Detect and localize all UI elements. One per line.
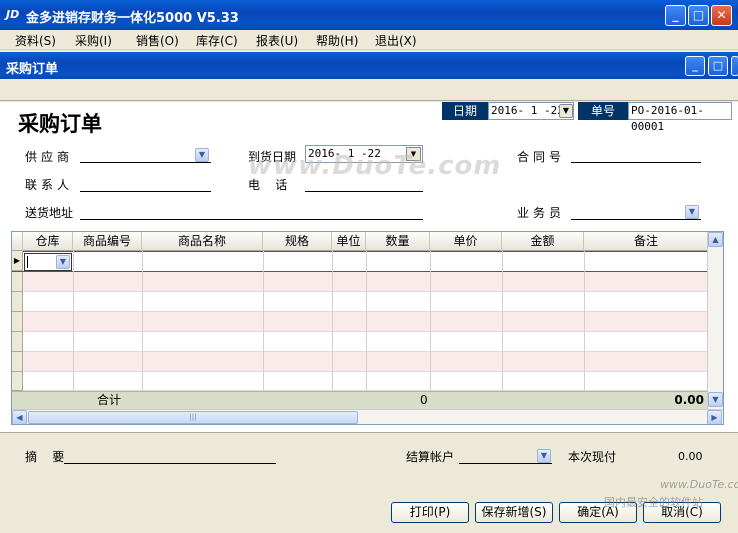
contract-field[interactable] bbox=[571, 147, 701, 163]
col-remark[interactable]: 备注 bbox=[584, 232, 708, 251]
scroll-down-icon[interactable]: ▼ bbox=[708, 392, 723, 407]
grid-vertical-scrollbar[interactable]: ▲ ▼ bbox=[707, 232, 723, 409]
toolbar-strip bbox=[0, 79, 738, 101]
grid-corner bbox=[12, 232, 23, 251]
window-title: 金多进销存财务一体化5000 V5.33 bbox=[26, 11, 239, 26]
date-value: 2016- 1 -22 bbox=[491, 104, 564, 117]
menu-item-help[interactable]: 帮助(H) bbox=[316, 32, 358, 49]
menu-item-exit[interactable]: 退出(X) bbox=[375, 32, 417, 49]
order-no-field[interactable]: PO-2016-01-00001 bbox=[628, 102, 732, 133]
supplier-field[interactable] bbox=[80, 147, 211, 163]
menu-item-inventory[interactable]: 库存(C) bbox=[196, 32, 238, 49]
cash-value: 0.00 bbox=[678, 450, 703, 463]
text-cursor bbox=[27, 256, 28, 268]
grid-header: 仓库 商品编号 商品名称 规格 单位 数量 单价 金额 备注 bbox=[12, 232, 708, 251]
col-divider bbox=[502, 251, 503, 391]
window-title-bar[interactable]: JD 金多进销存财务一体化5000 V5.33 _ □ ✕ bbox=[0, 0, 738, 30]
page-title: 采购订单 bbox=[18, 111, 102, 136]
supplier-label: 供应商 bbox=[25, 150, 74, 164]
warehouse-dropdown-icon[interactable]: ▼ bbox=[56, 255, 70, 269]
row-header bbox=[12, 332, 23, 352]
row-header bbox=[12, 292, 23, 312]
menu-bar: 资料(S) 采购(I) 销售(O) 库存(C) 报表(U) 帮助(H) 退出(X… bbox=[0, 30, 738, 50]
col-divider bbox=[263, 251, 264, 391]
summary-label: 摘 要 bbox=[25, 450, 65, 464]
account-dropdown-icon[interactable]: ▼ bbox=[537, 449, 551, 463]
row-header bbox=[12, 272, 23, 292]
table-row[interactable] bbox=[12, 292, 708, 312]
minimize-icon[interactable]: _ bbox=[665, 5, 686, 26]
cash-label: 本次现付 bbox=[568, 450, 617, 464]
row-header bbox=[12, 352, 23, 372]
child-maximize-icon[interactable]: □ bbox=[708, 56, 728, 76]
watermark-text: 国内最安全的软件站 bbox=[604, 496, 703, 509]
total-quantity: 0 bbox=[420, 393, 428, 407]
salesman-label: 业务员 bbox=[517, 206, 566, 220]
watermark-url: www.DuoTe.com bbox=[660, 478, 738, 491]
menu-item-sales[interactable]: 销售(O) bbox=[136, 32, 179, 49]
date-dropdown-icon[interactable]: ▼ bbox=[559, 104, 573, 118]
footer-panel: 摘 要 结算帐户 ▼ 本次现付 0.00 打印(P) 保存新增(S) 确定(A)… bbox=[0, 432, 738, 533]
total-label: 合计 bbox=[97, 393, 122, 407]
col-divider bbox=[430, 251, 431, 391]
col-divider bbox=[584, 251, 585, 391]
date-label: 日期 bbox=[442, 102, 488, 120]
table-row[interactable] bbox=[12, 272, 708, 292]
col-unit[interactable]: 单位 bbox=[332, 232, 366, 251]
row-header bbox=[12, 372, 23, 391]
child-minimize-icon[interactable]: _ bbox=[685, 56, 705, 76]
col-item-code[interactable]: 商品编号 bbox=[73, 232, 142, 251]
col-divider bbox=[366, 251, 367, 391]
table-row[interactable] bbox=[12, 332, 708, 352]
address-field[interactable] bbox=[80, 204, 423, 220]
col-divider bbox=[332, 251, 333, 391]
close-icon[interactable]: ✕ bbox=[711, 5, 732, 26]
grid-horizontal-scrollbar[interactable]: ◀ ||| ▶ bbox=[12, 409, 723, 424]
horizontal-scroll-thumb[interactable]: ||| bbox=[28, 411, 358, 424]
scroll-right-icon[interactable]: ▶ bbox=[707, 410, 722, 424]
col-divider bbox=[142, 251, 143, 391]
maximize-icon[interactable]: □ bbox=[688, 5, 709, 26]
child-close-icon[interactable] bbox=[731, 56, 738, 76]
menu-item-data[interactable]: 资料(S) bbox=[15, 32, 56, 49]
contract-label: 合同号 bbox=[517, 150, 566, 164]
order-no-label: 单号 bbox=[578, 102, 628, 120]
salesman-dropdown-icon[interactable]: ▼ bbox=[685, 205, 699, 219]
table-row[interactable] bbox=[12, 251, 708, 272]
scroll-left-icon[interactable]: ◀ bbox=[12, 410, 27, 424]
row-header bbox=[12, 312, 23, 332]
salesman-field[interactable] bbox=[571, 204, 701, 220]
table-row[interactable] bbox=[12, 312, 708, 332]
col-quantity[interactable]: 数量 bbox=[366, 232, 430, 251]
items-grid: 仓库 商品编号 商品名称 规格 单位 数量 单价 金额 备注 ▶ ▼ 合计 0 … bbox=[11, 231, 724, 425]
warehouse-cell-combobox[interactable]: ▼ bbox=[24, 253, 72, 271]
account-label: 结算帐户 bbox=[406, 450, 455, 464]
child-window-title: 采购订单 bbox=[6, 62, 59, 77]
col-divider bbox=[73, 251, 74, 391]
col-amount[interactable]: 金额 bbox=[502, 232, 584, 251]
total-amount: 0.00 bbox=[674, 393, 704, 407]
summary-field[interactable] bbox=[64, 448, 276, 464]
contact-field[interactable] bbox=[80, 176, 211, 192]
order-no-value: PO-2016-01-00001 bbox=[631, 104, 704, 133]
supplier-dropdown-icon[interactable]: ▼ bbox=[195, 148, 209, 162]
col-warehouse[interactable]: 仓库 bbox=[23, 232, 73, 251]
app-icon: JD bbox=[6, 8, 20, 21]
menu-item-reports[interactable]: 报表(U) bbox=[256, 32, 298, 49]
table-row[interactable] bbox=[12, 352, 708, 372]
current-row-indicator-icon: ▶ bbox=[12, 251, 23, 271]
col-item-name[interactable]: 商品名称 bbox=[142, 232, 263, 251]
watermark-duote: www.DuoTe.com bbox=[248, 151, 502, 181]
scroll-up-icon[interactable]: ▲ bbox=[708, 232, 723, 247]
table-row[interactable] bbox=[12, 372, 708, 391]
child-window-title-bar[interactable]: 采购订单 _ □ bbox=[0, 52, 738, 79]
contact-label: 联系人 bbox=[25, 178, 74, 192]
grid-total-row: 合计 0 0.00 bbox=[12, 391, 708, 409]
address-label: 送货地址 bbox=[25, 206, 74, 220]
menu-item-purchase[interactable]: 采购(I) bbox=[75, 32, 112, 49]
save-new-button[interactable]: 保存新增(S) bbox=[475, 502, 553, 523]
print-button[interactable]: 打印(P) bbox=[391, 502, 469, 523]
col-spec[interactable]: 规格 bbox=[263, 232, 332, 251]
col-unit-price[interactable]: 单价 bbox=[430, 232, 502, 251]
